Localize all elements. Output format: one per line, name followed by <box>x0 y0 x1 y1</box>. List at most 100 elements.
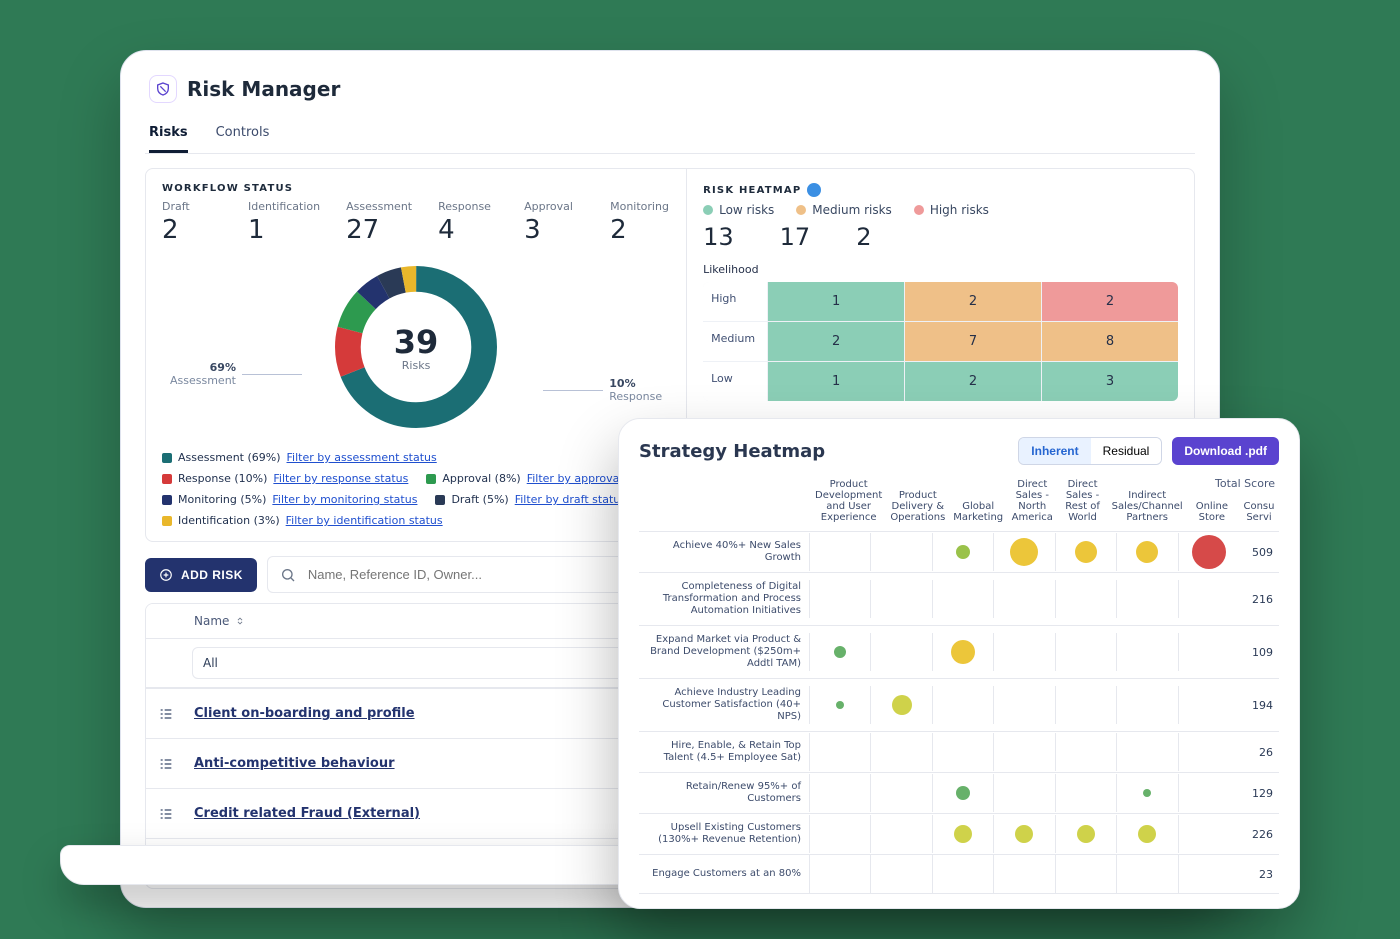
strategy-cell[interactable] <box>1116 686 1177 724</box>
hierarchy-icon <box>158 756 174 772</box>
strategy-cell[interactable] <box>1055 815 1116 853</box>
filter-name[interactable]: All▾ <box>192 647 658 679</box>
heatmap-cell[interactable]: 1 <box>768 282 904 321</box>
strategy-cell[interactable] <box>932 733 993 771</box>
strategy-cell[interactable] <box>1055 533 1116 571</box>
heatmap-cell[interactable]: 1 <box>768 362 904 401</box>
strategy-cell[interactable] <box>809 774 870 812</box>
strategy-cell[interactable] <box>1178 855 1239 893</box>
strategy-cell[interactable] <box>993 815 1054 853</box>
strategy-cell[interactable] <box>932 815 993 853</box>
strategy-cell[interactable] <box>1055 855 1116 893</box>
add-risk-button[interactable]: ADD RISK <box>145 558 257 592</box>
strategy-cell[interactable] <box>1178 733 1239 771</box>
strategy-cell[interactable] <box>932 855 993 893</box>
strategy-cell[interactable] <box>870 533 931 571</box>
legend-filter: Draft (5%) Filter by draft status <box>435 493 626 506</box>
heatmap-cell[interactable]: 2 <box>905 282 1041 321</box>
strategy-cell[interactable] <box>1178 686 1239 724</box>
strategy-cell[interactable] <box>1178 774 1239 812</box>
toggle-inherent[interactable]: Inherent <box>1019 438 1090 464</box>
strategy-cell[interactable] <box>809 580 870 618</box>
strategy-cell[interactable] <box>809 686 870 724</box>
strategy-cell[interactable] <box>1055 580 1116 618</box>
strategy-cell[interactable] <box>1178 815 1239 853</box>
strategy-cell[interactable] <box>1178 533 1239 571</box>
strategy-row: Completeness of Digital Transformation a… <box>639 573 1279 626</box>
strategy-cell[interactable] <box>870 686 931 724</box>
strategy-cell[interactable] <box>809 633 870 671</box>
callout-left-label: Assessment <box>170 374 236 387</box>
strategy-cell[interactable] <box>870 774 931 812</box>
bubble <box>1077 825 1095 843</box>
strategy-cell[interactable] <box>932 580 993 618</box>
risk-name-link[interactable]: Client on-boarding and profile <box>194 706 415 721</box>
strategy-cell[interactable] <box>1055 774 1116 812</box>
strategy-cell[interactable] <box>1116 580 1177 618</box>
legend-count: 2 <box>856 223 871 251</box>
filter-link[interactable]: Filter by assessment status <box>287 451 437 464</box>
info-icon[interactable] <box>807 183 821 197</box>
strategy-column-header: Product Delivery & Operations <box>888 486 947 527</box>
strategy-cell[interactable] <box>870 633 931 671</box>
expand-toggle[interactable] <box>146 692 182 736</box>
filter-link[interactable]: Filter by identification status <box>286 514 443 527</box>
tab-risks[interactable]: Risks <box>149 115 188 153</box>
strategy-cell[interactable] <box>932 774 993 812</box>
strategy-cell[interactable] <box>870 815 931 853</box>
strategy-cell[interactable] <box>993 580 1054 618</box>
download-pdf-button[interactable]: Download .pdf <box>1172 437 1279 465</box>
heatmap-cell[interactable]: 2 <box>1042 282 1178 321</box>
strategy-cell[interactable] <box>993 533 1054 571</box>
filter-link[interactable]: Filter by monitoring status <box>272 493 417 506</box>
strategy-cell[interactable] <box>809 815 870 853</box>
strategy-cell[interactable] <box>932 633 993 671</box>
expand-toggle[interactable] <box>146 742 182 786</box>
strategy-cell[interactable] <box>870 580 931 618</box>
strategy-cell[interactable] <box>870 733 931 771</box>
strategy-row-total: 129 <box>1239 787 1279 800</box>
strategy-cell[interactable] <box>1055 633 1116 671</box>
filter-link[interactable]: Filter by response status <box>273 472 408 485</box>
strategy-cell[interactable] <box>1116 633 1177 671</box>
strategy-cell[interactable] <box>1178 633 1239 671</box>
strategy-cell[interactable] <box>993 686 1054 724</box>
heatmap-cell[interactable]: 3 <box>1042 362 1178 401</box>
workflow-value: 27 <box>346 215 412 245</box>
legend-filter: Response (10%) Filter by response status <box>162 472 408 485</box>
strategy-cell[interactable] <box>870 855 931 893</box>
risk-name-link[interactable]: Anti-competitive behaviour <box>194 756 395 771</box>
toggle-residual[interactable]: Residual <box>1091 438 1162 464</box>
strategy-cell[interactable] <box>1116 533 1177 571</box>
bubble <box>834 646 846 658</box>
strategy-cell[interactable] <box>809 855 870 893</box>
risk-name-link[interactable]: Credit related Fraud (External) <box>194 806 420 821</box>
filter-link[interactable]: Filter by draft status <box>515 493 626 506</box>
expand-toggle[interactable] <box>146 792 182 836</box>
strategy-cell[interactable] <box>1178 580 1239 618</box>
strategy-cell[interactable] <box>932 686 993 724</box>
callout-right-label: Response <box>609 390 662 403</box>
strategy-cell[interactable] <box>1055 686 1116 724</box>
strategy-cell[interactable] <box>993 855 1054 893</box>
strategy-heatmap-title: Strategy Heatmap <box>639 441 825 462</box>
strategy-cell[interactable] <box>993 774 1054 812</box>
strategy-cell[interactable] <box>1055 733 1116 771</box>
heatmap-cell[interactable]: 2 <box>768 322 904 361</box>
strategy-cell[interactable] <box>1116 815 1177 853</box>
heatmap-cell[interactable]: 8 <box>1042 322 1178 361</box>
heatmap-cell[interactable]: 7 <box>905 322 1041 361</box>
heatmap-row-label: Low <box>703 362 767 401</box>
strategy-cell[interactable] <box>1116 855 1177 893</box>
strategy-cell[interactable] <box>1116 774 1177 812</box>
th-name[interactable]: Name <box>182 604 668 638</box>
strategy-cell[interactable] <box>809 733 870 771</box>
strategy-cell[interactable] <box>932 533 993 571</box>
tab-controls[interactable]: Controls <box>216 115 270 153</box>
donut-chart: 69% Assessment 39 Risks 10% <box>162 245 670 445</box>
strategy-cell[interactable] <box>993 633 1054 671</box>
strategy-cell[interactable] <box>809 533 870 571</box>
heatmap-cell[interactable]: 2 <box>905 362 1041 401</box>
strategy-cell[interactable] <box>1116 733 1177 771</box>
strategy-cell[interactable] <box>993 733 1054 771</box>
